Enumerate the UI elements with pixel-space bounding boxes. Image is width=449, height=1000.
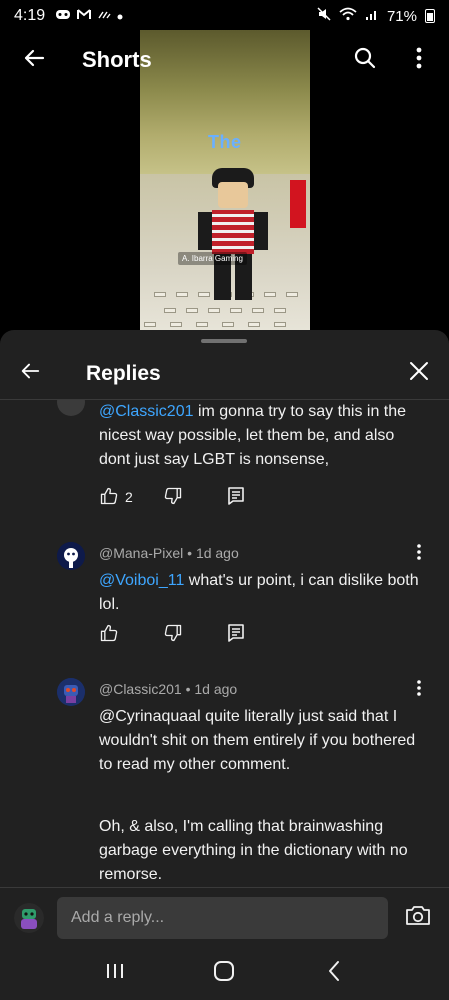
back-arrow-icon [19,360,41,387]
reply-button[interactable] [227,621,291,647]
video-overlay-title: The [208,132,242,152]
more-vert-icon [416,47,422,74]
cell-signal-icon [365,7,379,25]
recent-apps-button[interactable] [95,954,135,994]
status-bar: 4:19 71% [0,0,449,32]
reply-author[interactable]: @Classic201 [99,681,182,697]
notification-dot-icon [117,9,123,23]
thumbs-down-icon [163,486,183,509]
reply-more-button[interactable] [409,542,429,566]
reply-actions [99,621,291,647]
reply-item: @Classic201 • 1d ago @Cyrinaquaal quite … [0,670,449,887]
reply-comment-icon [227,486,245,509]
reply-actions: 2 [99,484,291,510]
thumbs-down-icon [163,623,183,646]
replies-header: Replies [0,348,449,400]
back-arrow-icon [22,46,46,75]
reply-time: 1d ago [194,681,238,697]
reply-mention[interactable]: @Voiboi_11 [99,572,184,589]
camera-icon [405,904,431,931]
reply-text: @Cyrinaquaal quite literally just said t… [99,708,416,773]
avatar[interactable] [57,542,85,570]
avatar [57,400,85,416]
gamepad-icon [55,9,71,23]
chevron-left-icon [327,960,341,987]
reply-composer [0,887,449,947]
replies-title: Replies [86,361,161,385]
mute-icon [317,7,331,25]
home-button[interactable] [204,954,244,994]
more-vert-icon [417,543,421,565]
signal-dots-icon [97,9,111,23]
search-icon [353,46,377,75]
reply-author[interactable]: @Mana-Pixel [99,545,183,561]
reply-input[interactable] [57,896,388,939]
back-button[interactable] [10,36,58,84]
drag-handle[interactable] [201,339,247,343]
gmail-icon [77,9,92,23]
more-vert-icon [417,679,421,701]
thumbs-up-icon [99,486,119,509]
reply-button[interactable] [227,484,291,510]
wifi-icon [339,7,357,25]
reply-item: @Classic201 im gonna try to say this in … [0,400,449,534]
page-title: Shorts [82,47,152,72]
reply-comment-icon [227,623,245,646]
dislike-button[interactable] [163,484,227,510]
close-replies-button[interactable] [401,356,437,392]
reply-more-button[interactable] [409,678,429,702]
reply-time: 1d ago [195,545,239,561]
reply-meta: @Classic201 • 1d ago [99,681,238,697]
avatar [14,902,44,933]
reply-text: @Voiboi_11 what's ur point, i can dislik… [99,572,419,613]
like-button[interactable]: 2 [99,484,163,510]
reply-list[interactable]: @Classic201 im gonna try to say this in … [0,400,449,887]
reply-text: @Classic201 im gonna try to say this in … [99,403,407,468]
system-navigation-bar [0,947,449,1000]
reply-text-paragraph: Oh, & also, I'm calling that brainwashin… [99,818,408,883]
replies-panel: Replies @Classic201 im gonna try to say … [0,330,449,1000]
dislike-button[interactable] [163,621,227,647]
replies-back-button[interactable] [12,356,48,392]
battery-percent: 71% [386,7,417,25]
close-icon [409,361,429,386]
reply-mention[interactable]: @Classic201 [99,403,194,420]
search-button[interactable] [345,40,385,80]
shorts-header: Shorts [0,32,449,88]
reply-meta: @Mana-Pixel • 1d ago [99,545,239,561]
camera-button[interactable] [403,903,433,933]
like-count: 2 [125,489,133,505]
recent-apps-icon [105,962,125,985]
avatar-character [218,182,248,208]
reply-item: @Mana-Pixel • 1d ago @Voiboi_11 what's u… [0,534,449,684]
system-back-button[interactable] [314,954,354,994]
avatar[interactable] [57,678,85,706]
home-icon [213,960,235,987]
battery-icon [425,9,435,23]
video-watermark: A. Ibarra Gaming [178,252,247,265]
status-time: 4:19 [14,7,46,24]
more-options-button[interactable] [399,40,439,80]
like-button[interactable] [99,621,163,647]
thumbs-up-icon [99,623,119,646]
